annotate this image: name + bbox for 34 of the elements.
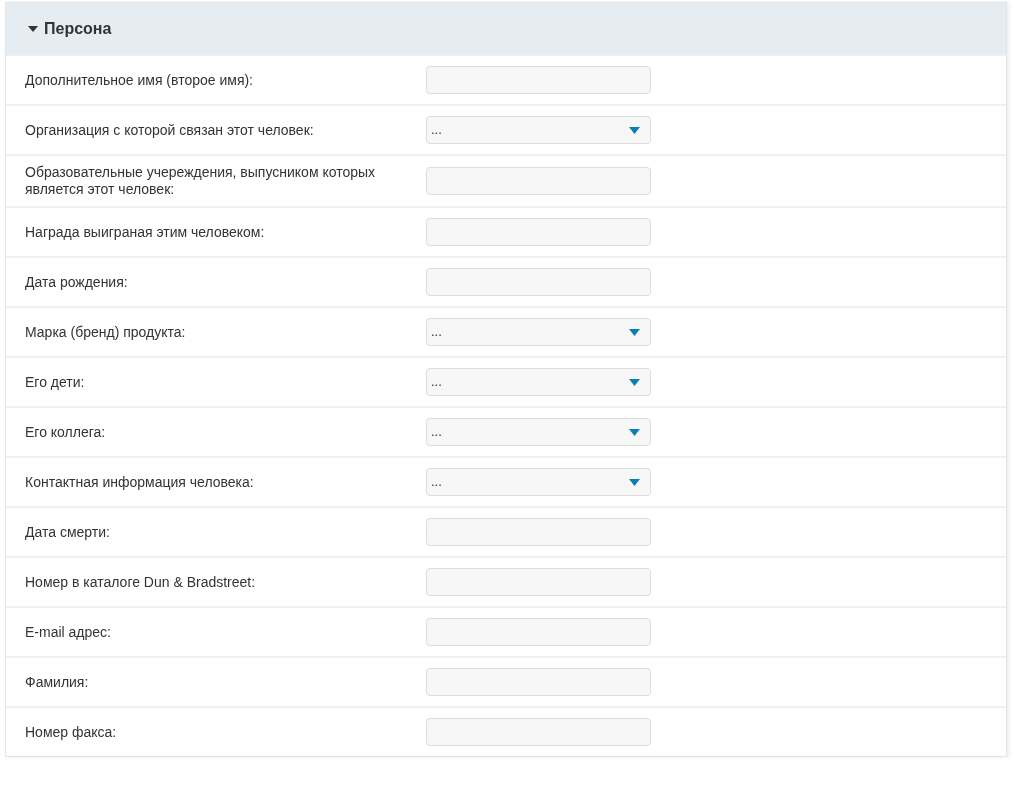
section-header[interactable]: Персона [6, 3, 1006, 54]
field-label: E-mail адрес: [25, 623, 112, 641]
input-field[interactable] [426, 618, 651, 646]
input-field[interactable] [426, 167, 651, 195]
caret-down-icon [629, 126, 640, 134]
field-label: Дата рождения: [25, 273, 129, 291]
input-field[interactable] [426, 268, 651, 296]
field-label: Организация с которой связан этот человек: [25, 121, 315, 139]
field-label: Образовательные учереждения, выпусником которых является этот человек: [25, 164, 377, 198]
input-field[interactable] [426, 518, 651, 546]
dropdown-field[interactable]: ... [426, 468, 651, 496]
input-field[interactable] [426, 66, 651, 94]
field-label: Фамилия: [25, 673, 90, 691]
field-label: Марка (бренд) продукта: [25, 323, 187, 341]
dropdown-field[interactable]: ... [426, 368, 651, 396]
caret-down-icon [629, 428, 640, 436]
caret-down-icon [629, 328, 640, 336]
input-field[interactable] [426, 568, 651, 596]
field-label: Номер факса: [25, 723, 118, 741]
dropdown-field[interactable]: ... [426, 418, 651, 446]
caret-down-icon [629, 478, 640, 486]
input-field[interactable] [426, 668, 651, 696]
field-label: Его коллега: [25, 423, 107, 441]
field-label: Дополнительное имя (второе имя): [25, 71, 254, 89]
caret-down-icon [629, 378, 640, 386]
input-field[interactable] [426, 718, 651, 746]
field-label: Награда выиграная этим человеком: [25, 223, 266, 241]
field-label: Номер в каталоге Dun & Bradstreet: [25, 573, 257, 591]
field-label: Контактная информация человека: [25, 473, 255, 491]
field-label: Его дети: [25, 373, 86, 391]
dropdown-field[interactable]: ... [426, 116, 651, 144]
dropdown-field[interactable]: ... [426, 318, 651, 346]
field-label: Дата смерти: [25, 523, 111, 541]
input-field[interactable] [426, 218, 651, 246]
